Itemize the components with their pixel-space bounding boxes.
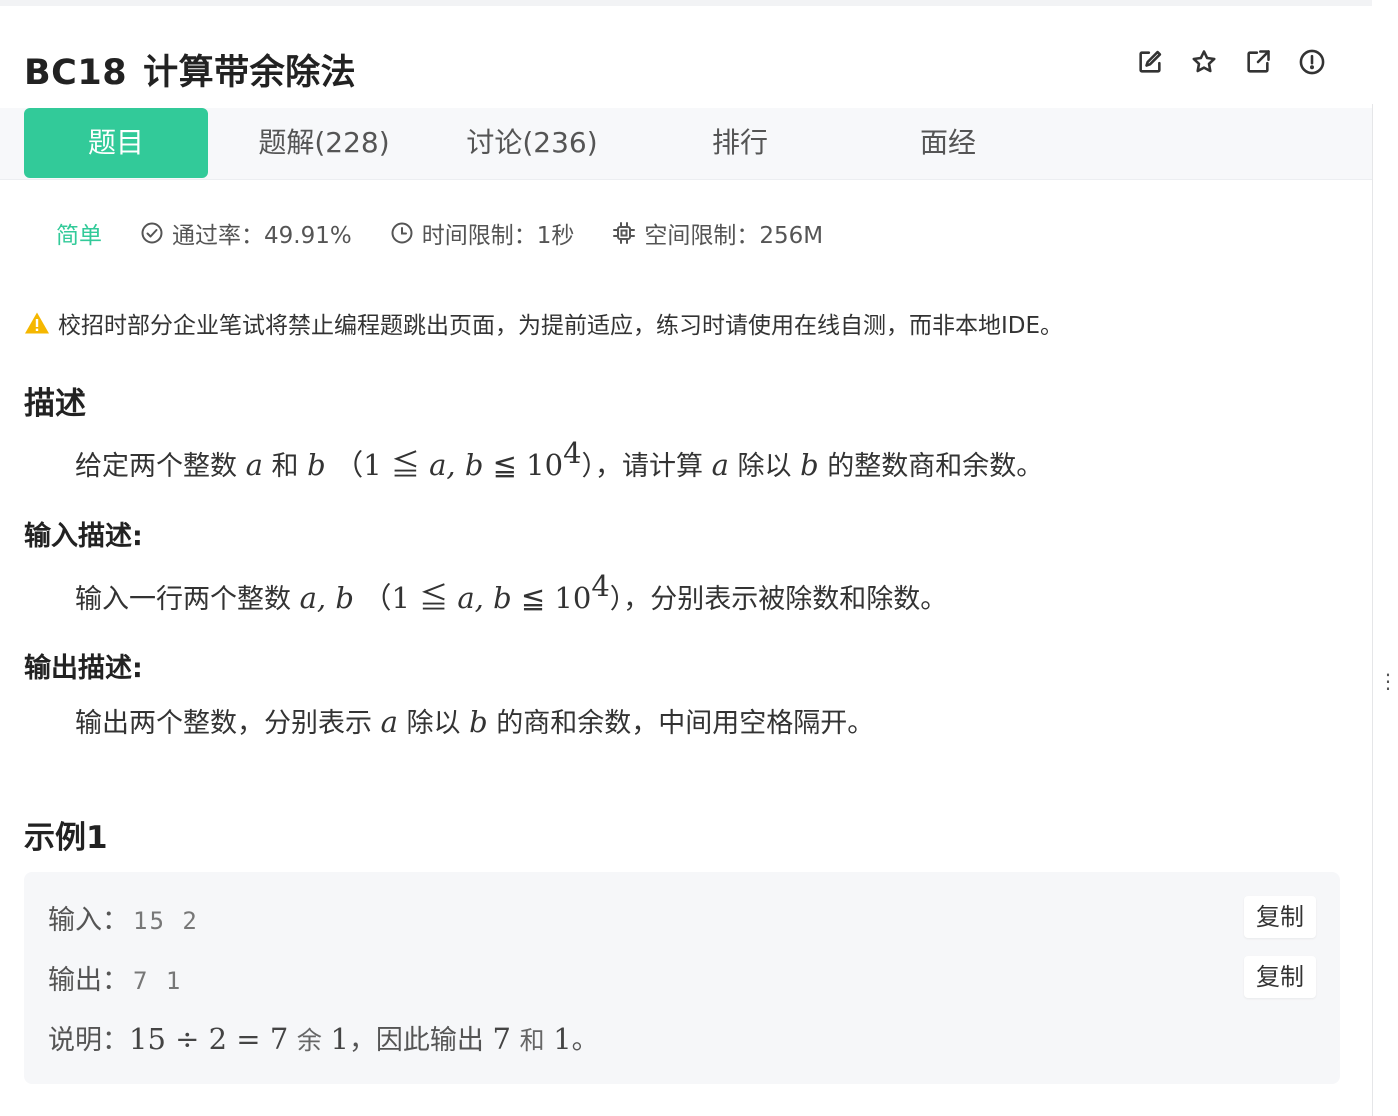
output-text: 输出两个整数，分别表示 a 除以 b 的商和余数，中间用空格隔开。 <box>75 705 875 739</box>
more-vertical-icon[interactable]: ⋮ <box>1378 671 1398 710</box>
problem-name: 计算带余除法 <box>143 53 357 93</box>
problem-code: BC18 <box>24 53 128 93</box>
warning-text: 校招时部分企业笔试将禁止编程题跳出页面，为提前适应，练习时请使用在线自测，而非本… <box>58 313 1064 339</box>
clock-icon <box>391 222 413 244</box>
header-actions <box>1136 48 1326 76</box>
tab-discussion[interactable]: 讨论(236) <box>440 108 624 178</box>
difficulty-badge: 简单 <box>56 223 102 249</box>
time-limit: 时间限制：1秒 <box>390 216 575 250</box>
example-box: 输入： 15 2 复制 输出： 7 1 复制 说明：15 ÷ 2 = 7 余 1，因… <box>24 872 1340 1084</box>
space-limit: 空间限制：256M <box>612 216 823 250</box>
problem-header: BC18 计算带余除法 <box>0 6 1372 108</box>
tab-interview[interactable]: 面经 <box>856 108 1040 178</box>
pass-rate: 通过率：49.91% <box>140 216 352 250</box>
share-icon[interactable] <box>1244 48 1272 76</box>
space-limit-text: 空间限制：256M <box>644 223 824 249</box>
time-limit-text: 时间限制：1秒 <box>421 223 575 249</box>
warning-icon <box>25 312 49 334</box>
chip-icon <box>613 222 636 244</box>
copy-input-button[interactable]: 复制 <box>1244 896 1316 938</box>
star-icon[interactable] <box>1190 48 1218 76</box>
warning-notice: 校招时部分企业笔试将禁止编程题跳出页面，为提前适应，练习时请使用在线自测，而非本… <box>24 306 1063 340</box>
tab-solutions[interactable]: 题解(228) <box>232 108 416 178</box>
copy-output-button[interactable]: 复制 <box>1244 956 1316 998</box>
output-heading: 输出描述: <box>24 653 143 684</box>
report-icon[interactable] <box>1298 48 1326 76</box>
page-title: BC18 计算带余除法 <box>24 44 356 95</box>
description-heading: 描述 <box>24 386 86 422</box>
panel-divider[interactable] <box>1372 104 1398 1116</box>
pass-rate-text: 通过率：49.91% <box>172 223 352 249</box>
example-input-label: 输入： <box>48 905 129 936</box>
example-output-value[interactable]: 7 1 <box>133 967 182 995</box>
input-text: 输入一行两个整数 a, b （1 ≦ a, b ≦ 104），分别表示被除数和除… <box>75 569 948 615</box>
tab-ranking[interactable]: 排行 <box>648 108 832 178</box>
example-explanation: 说明：15 ÷ 2 = 7 余 1，因此输出 7 和 1。 <box>48 1022 599 1056</box>
tab-problem[interactable]: 题目 <box>24 108 208 178</box>
example-input: 输入： 15 2 <box>48 898 199 937</box>
tab-bar: 题目 题解(228) 讨论(236) 排行 面经 <box>0 108 1372 180</box>
edit-icon[interactable] <box>1136 48 1164 76</box>
description-text: 给定两个整数 a 和 b （1 ≦ a, b ≦ 104），请计算 a 除以 b… <box>75 436 1044 482</box>
example-output-label: 输出： <box>48 965 129 996</box>
check-circle-icon <box>141 222 163 244</box>
example-output: 输出： 7 1 <box>48 958 182 997</box>
problem-meta: 简单 通过率：49.91% 时间限制：1秒 空间限制：256M <box>56 216 861 250</box>
input-heading: 输入描述: <box>24 521 143 552</box>
right-gutter <box>1372 0 1398 1116</box>
example-input-value[interactable]: 15 2 <box>133 907 199 935</box>
example-heading: 示例1 <box>24 820 108 856</box>
